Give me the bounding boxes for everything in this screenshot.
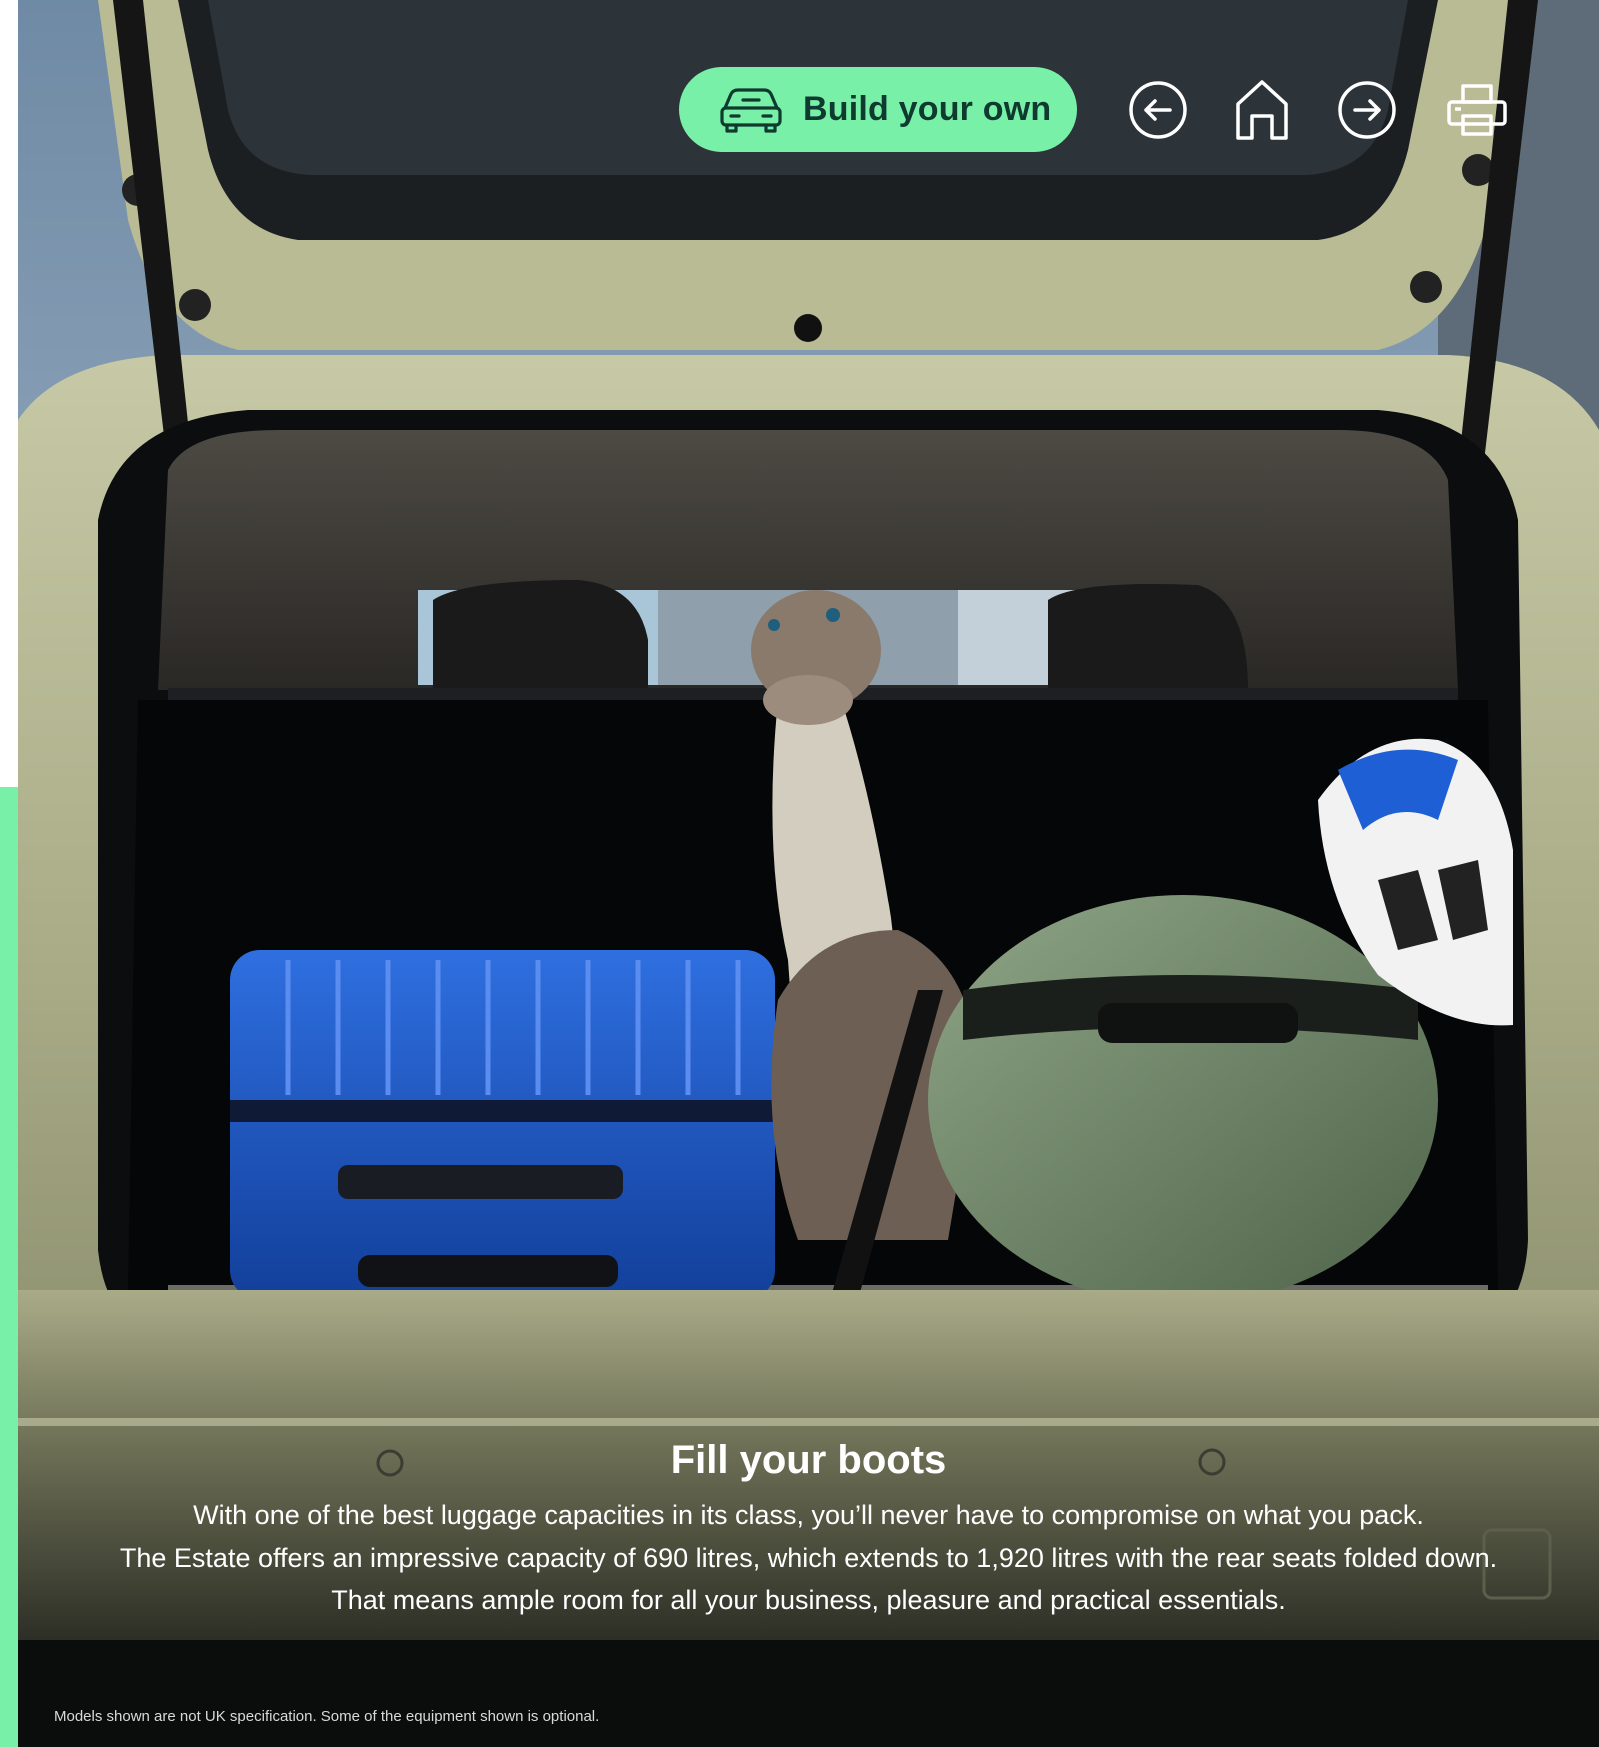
section-title: Fill your boots xyxy=(670,1438,947,1482)
car-boot-photo xyxy=(18,0,1599,1747)
arrow-left-circle-icon xyxy=(1129,81,1187,139)
build-your-own-button[interactable]: Build your own xyxy=(679,67,1077,152)
section-description: With one of the best luggage capacities … xyxy=(18,1494,1599,1622)
home-button[interactable] xyxy=(1230,78,1294,142)
build-your-own-label: Build your own xyxy=(803,90,1052,128)
left-edge-accent-bar xyxy=(0,787,18,1747)
car-icon xyxy=(720,87,782,133)
description-line: The Estate offers an impressive capacity… xyxy=(119,1542,1498,1573)
left-edge-white xyxy=(0,0,18,787)
previous-page-button[interactable] xyxy=(1126,78,1190,142)
printer-icon xyxy=(1447,84,1507,136)
arrow-right-circle-icon xyxy=(1338,81,1396,139)
home-icon xyxy=(1236,80,1288,140)
next-page-button[interactable] xyxy=(1335,78,1399,142)
description-line: With one of the best luggage capacities … xyxy=(193,1500,1424,1530)
description-line: That means ample room for all your busin… xyxy=(331,1585,1286,1615)
disclaimer-footnote: Models shown are not UK specification. S… xyxy=(54,1708,600,1725)
print-button[interactable] xyxy=(1445,78,1509,142)
